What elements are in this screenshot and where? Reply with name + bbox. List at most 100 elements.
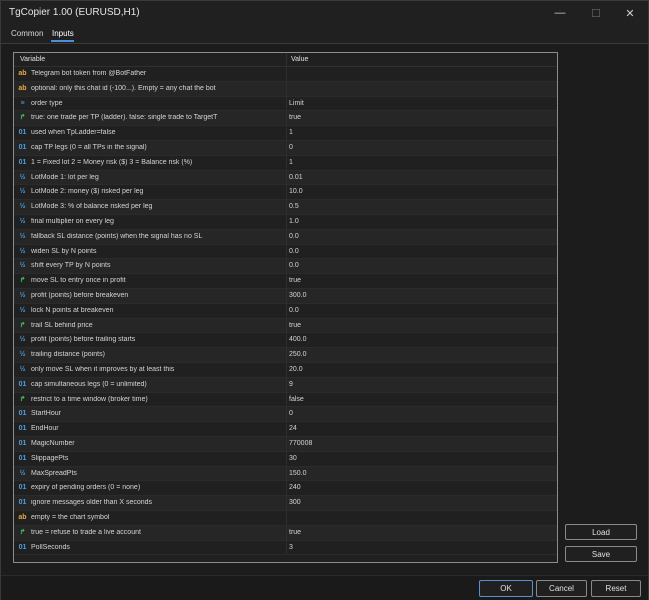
input-row[interactable]: ≡ order type Limit xyxy=(14,96,557,112)
input-variable-name: fallback SL distance (points) when the s… xyxy=(31,232,203,240)
input-row[interactable]: ½ only move SL when it improves by at lea… xyxy=(14,362,557,378)
cell-divider xyxy=(286,407,287,422)
input-row[interactable]: ab Telegram bot token from @BotFather xyxy=(14,67,557,82)
cell-divider xyxy=(286,185,287,200)
input-row[interactable]: ½ profit (points) before breakeven 300.0 xyxy=(14,288,557,304)
integer-type-icon: 01 xyxy=(18,454,27,462)
cell-divider xyxy=(286,348,287,362)
input-value-cell[interactable]: 0.5 xyxy=(289,203,299,210)
close-icon[interactable]: ✕ xyxy=(613,1,647,25)
input-row[interactable]: 01 1 = Fixed lot 2 = Money risk ($) 3 = B… xyxy=(14,155,557,171)
input-row[interactable]: ½ LotMode 1: lot per leg 0.01 xyxy=(14,170,557,186)
double-type-icon: ½ xyxy=(19,262,26,270)
input-row[interactable]: ½ trailing distance (points) 250.0 xyxy=(14,348,557,363)
value-column-header[interactable]: Value xyxy=(291,56,308,63)
input-value-cell[interactable]: 240 xyxy=(289,484,301,491)
input-row[interactable]: ↱ restrict to a time window (broker time)… xyxy=(14,392,557,408)
input-row[interactable]: ½ final multiplier on every leg 1.0 xyxy=(14,214,557,230)
tab-inputs[interactable]: Inputs xyxy=(52,29,74,38)
input-row[interactable]: ½ profit (points) before trailing starts 4… xyxy=(14,333,557,349)
input-value-cell[interactable]: 0.0 xyxy=(289,262,299,269)
input-value-cell[interactable]: Limit xyxy=(289,100,304,107)
input-row[interactable]: ↱ true: one trade per TP (ladder). false:… xyxy=(14,111,557,127)
input-row[interactable]: 01 used when TpLadder=false 1 xyxy=(14,126,557,141)
reset-button[interactable]: Reset xyxy=(591,580,641,597)
input-variable-name: lock N points at breakeven xyxy=(31,306,114,314)
input-row[interactable]: 01 MagicNumber 770008 xyxy=(14,436,557,452)
input-value-cell[interactable]: 300 xyxy=(289,499,301,506)
input-value-cell[interactable]: true xyxy=(289,114,301,121)
input-value-cell[interactable]: 0 xyxy=(289,144,293,151)
input-value-cell[interactable]: 250.0 xyxy=(289,351,307,358)
input-row[interactable]: ½ LotMode 3: % of balance risked per leg 0… xyxy=(14,200,557,215)
ok-button[interactable]: OK xyxy=(479,580,533,597)
input-value-cell[interactable]: true xyxy=(289,277,301,284)
save-button[interactable]: Save xyxy=(565,546,637,562)
input-value-cell[interactable]: 1.0 xyxy=(289,218,299,225)
input-row[interactable]: ½ lock N points at breakeven 0.0 xyxy=(14,303,557,319)
input-value-cell[interactable]: 0.0 xyxy=(289,248,299,255)
input-row[interactable]: 01 StartHour 0 xyxy=(14,407,557,423)
input-value-cell[interactable]: 0.01 xyxy=(289,174,303,181)
input-variable-name: SlippagePts xyxy=(31,454,69,462)
title-bar[interactable]: TgCopier 1.00 (EURUSD,H1) — ☐ ✕ xyxy=(1,1,648,25)
input-row[interactable]: 01 cap TP legs (0 = all TPs in the signal… xyxy=(14,140,557,156)
cell-divider xyxy=(286,67,287,81)
input-row[interactable]: ↱ move SL to entry once in profit true xyxy=(14,274,557,289)
input-value-cell[interactable]: 0.0 xyxy=(289,307,299,314)
input-value-cell[interactable]: 9 xyxy=(289,381,293,388)
input-row[interactable]: 01 ignore messages older than X seconds 30… xyxy=(14,496,557,511)
enum-type-icon: ≡ xyxy=(20,99,25,107)
cell-divider xyxy=(286,111,287,126)
input-row[interactable]: 01 EndHour 24 xyxy=(14,422,557,437)
minimize-icon[interactable]: — xyxy=(543,1,577,25)
input-variable-name: trailing distance (points) xyxy=(31,351,105,359)
input-value-cell[interactable]: 0 xyxy=(289,410,293,417)
cancel-button[interactable]: Cancel xyxy=(536,580,587,597)
cell-divider xyxy=(286,96,287,111)
input-variable-name: move SL to entry once in profit xyxy=(31,277,126,285)
boolean-type-icon: ↱ xyxy=(19,321,26,329)
input-value-cell[interactable]: 3 xyxy=(289,544,293,551)
cell-divider xyxy=(286,140,287,155)
input-row[interactable]: 01 PollSeconds 3 xyxy=(14,540,557,556)
cell-divider xyxy=(286,259,287,274)
input-value-cell[interactable]: true xyxy=(289,322,301,329)
input-value-cell[interactable]: false xyxy=(289,396,304,403)
input-row[interactable]: ↱ trail SL behind price true xyxy=(14,318,557,334)
input-row[interactable]: ½ MaxSpreadPts 150.0 xyxy=(14,466,557,482)
cell-divider xyxy=(286,392,287,407)
double-type-icon: ½ xyxy=(19,365,26,373)
input-value-cell[interactable]: 20.0 xyxy=(289,366,303,373)
variable-column-header[interactable]: Variable xyxy=(20,56,45,63)
cell-divider xyxy=(286,274,287,288)
input-value-cell[interactable]: 400.0 xyxy=(289,336,307,343)
input-row[interactable]: ↱ true = refuse to trade a live account tr… xyxy=(14,525,557,541)
input-value-cell[interactable]: 24 xyxy=(289,425,297,432)
input-row[interactable]: ab optional: only this chat id (-100...).… xyxy=(14,81,557,97)
input-row[interactable]: ½ shift every TP by N points 0.0 xyxy=(14,259,557,275)
input-value-cell[interactable]: 150.0 xyxy=(289,470,307,477)
integer-type-icon: 01 xyxy=(18,543,27,551)
input-row[interactable]: ½ fallback SL distance (points) when the … xyxy=(14,229,557,245)
input-row[interactable]: 01 expiry of pending orders (0 = none) 240 xyxy=(14,481,557,497)
input-variable-name: LotMode 3: % of balance risked per leg xyxy=(31,203,153,211)
input-row[interactable]: 01 cap simultaneous legs (0 = unlimited) 9 xyxy=(14,377,557,393)
input-row[interactable]: 01 SlippagePts 30 xyxy=(14,451,557,467)
input-value-cell[interactable]: 1 xyxy=(289,159,293,166)
input-value-cell[interactable]: 30 xyxy=(289,455,297,462)
maximize-icon: ☐ xyxy=(591,7,601,20)
tab-common[interactable]: Common xyxy=(11,29,43,38)
input-value-cell[interactable]: 1 xyxy=(289,129,293,136)
input-value-cell[interactable]: 770008 xyxy=(289,440,312,447)
input-row[interactable]: ab empty = the chart symbol xyxy=(14,510,557,526)
input-value-cell[interactable]: true xyxy=(289,529,301,536)
input-value-cell[interactable]: 0.0 xyxy=(289,233,299,240)
integer-type-icon: 01 xyxy=(18,425,27,433)
input-value-cell[interactable]: 10.0 xyxy=(289,188,303,195)
input-value-cell[interactable]: 300.0 xyxy=(289,292,307,299)
input-row[interactable]: ½ widen SL by N points 0.0 xyxy=(14,244,557,260)
input-row[interactable]: ½ LotMode 2: money ($) risked per leg 10.0 xyxy=(14,185,557,201)
load-button[interactable]: Load xyxy=(565,524,637,540)
column-divider[interactable] xyxy=(286,53,287,67)
